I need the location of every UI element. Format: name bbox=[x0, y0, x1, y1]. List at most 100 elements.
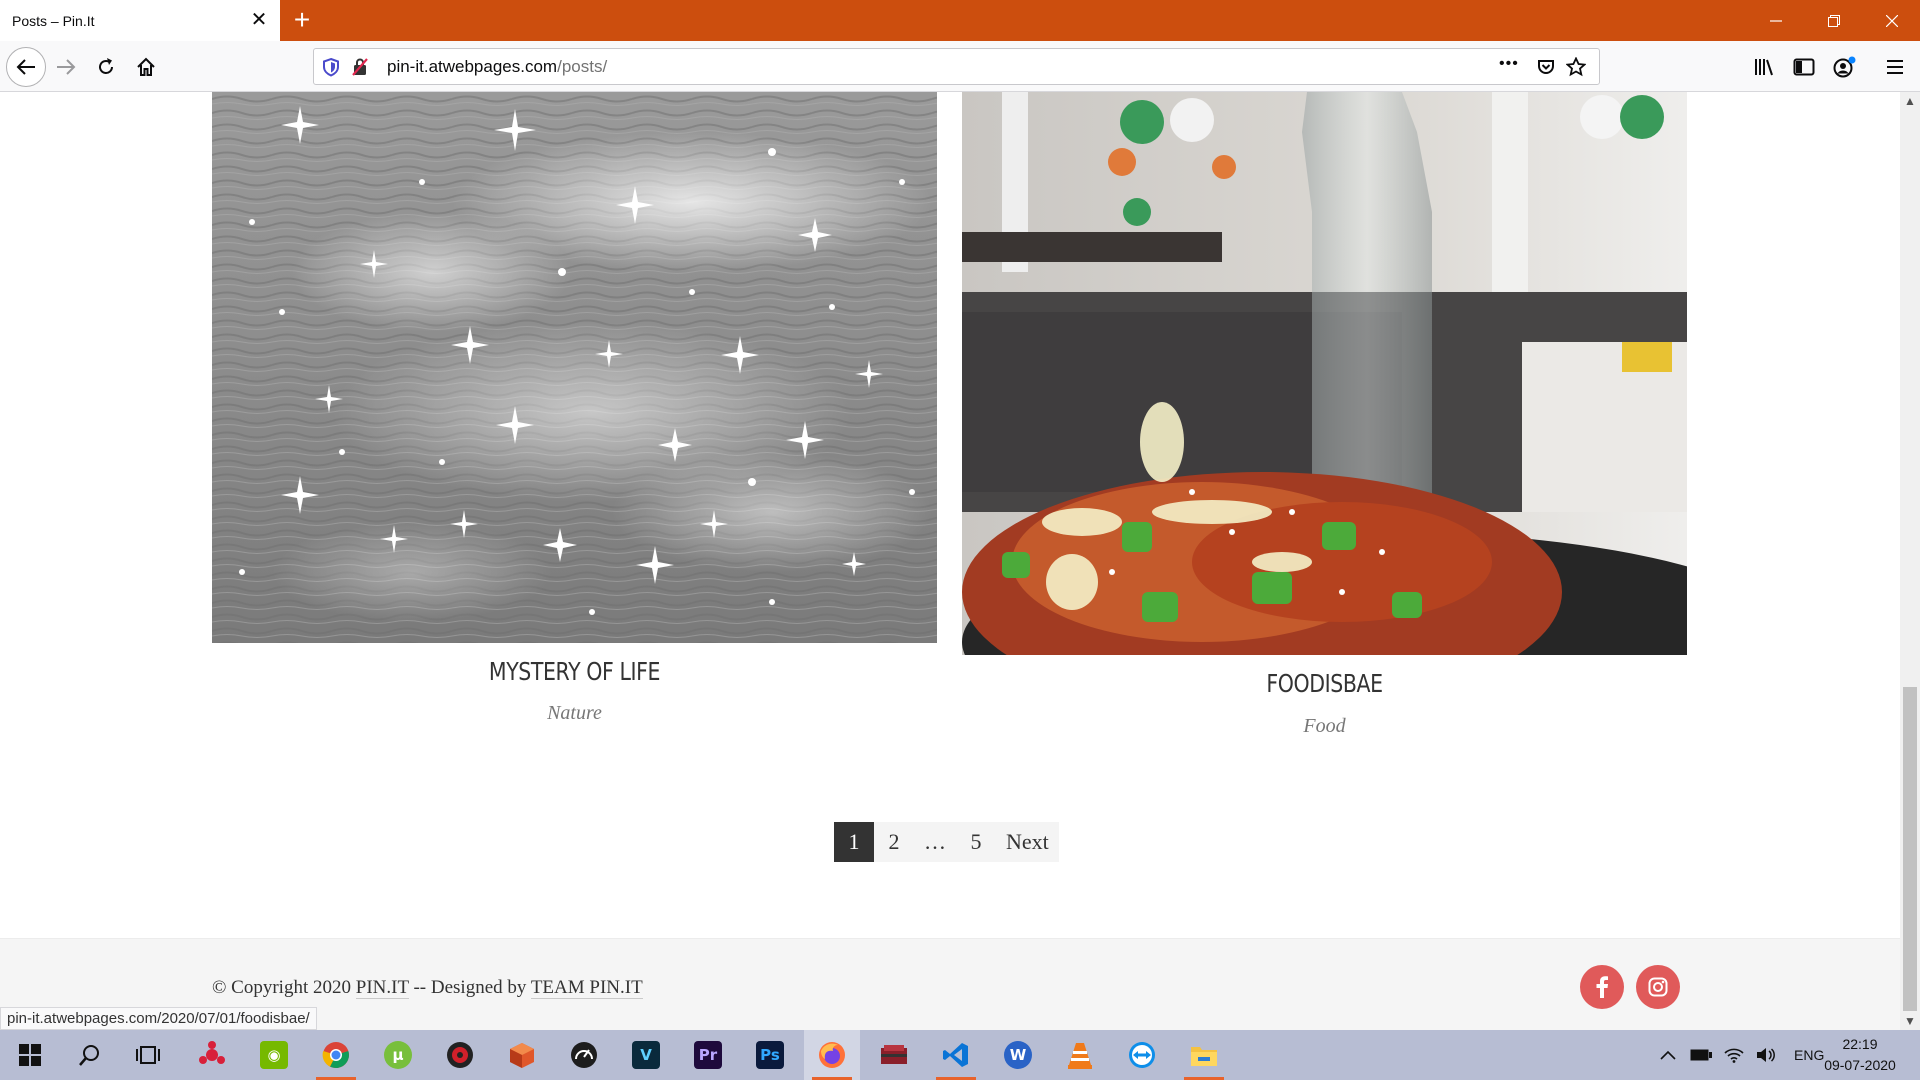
tracking-protection-icon[interactable] bbox=[321, 57, 341, 77]
library-icon bbox=[1755, 59, 1773, 76]
browser-toolbar: pin-it.atwebpages.com/posts/ ••• bbox=[0, 41, 1920, 92]
status-link-preview: pin-it.atwebpages.com/2020/07/01/foodisb… bbox=[0, 1007, 317, 1030]
url-bar[interactable]: pin-it.atwebpages.com/posts/ ••• bbox=[313, 48, 1600, 85]
taskbar-app-firefox[interactable] bbox=[804, 1030, 860, 1080]
vlc-icon bbox=[1068, 1043, 1092, 1069]
home-button[interactable] bbox=[128, 49, 164, 85]
forward-arrow-icon bbox=[57, 59, 76, 75]
archive-app-icon bbox=[881, 1045, 907, 1064]
scroll-up-arrow-icon[interactable]: ▲ bbox=[1900, 92, 1920, 110]
page-link-2[interactable]: 2 bbox=[874, 822, 914, 862]
facebook-button[interactable] bbox=[1580, 965, 1624, 1009]
minimize-button[interactable] bbox=[1748, 0, 1804, 41]
page-content: MYSTERY OF LIFE Nature FOODISBAE Food 1 … bbox=[0, 92, 1900, 1030]
vscode-icon bbox=[943, 1043, 968, 1067]
start-button[interactable] bbox=[2, 1030, 58, 1080]
post-image-foodisbae[interactable] bbox=[962, 92, 1687, 655]
close-window-button[interactable] bbox=[1864, 0, 1920, 41]
library-button[interactable] bbox=[1751, 53, 1779, 81]
taskbar-app-speedometer[interactable] bbox=[556, 1030, 612, 1080]
taskbar-app-word[interactable]: W bbox=[990, 1030, 1046, 1080]
page-ellipsis: … bbox=[924, 829, 946, 854]
instagram-button[interactable] bbox=[1636, 965, 1680, 1009]
taskbar-app-box[interactable] bbox=[494, 1030, 550, 1080]
sidebar-icon bbox=[1793, 58, 1815, 76]
windows-logo-icon bbox=[19, 1044, 41, 1066]
post-image-mystery-of-life[interactable] bbox=[212, 92, 937, 643]
hamburger-menu-icon bbox=[1887, 60, 1903, 74]
taskbar-app-resolve[interactable] bbox=[432, 1030, 488, 1080]
chevron-up-icon[interactable] bbox=[1660, 1050, 1676, 1060]
task-view-button[interactable] bbox=[120, 1030, 176, 1080]
windows-taskbar: ◉ µ V Pr Ps W ENG 22:19 09-07-2020 bbox=[0, 1030, 1920, 1080]
taskbar-search-button[interactable] bbox=[62, 1030, 118, 1080]
system-clock[interactable]: 22:19 09-07-2020 bbox=[1810, 1034, 1910, 1076]
scrollbar-thumb[interactable] bbox=[1903, 687, 1917, 1011]
taskbar-app-vegas[interactable]: V bbox=[618, 1030, 674, 1080]
taskbar-app-teamviewer[interactable] bbox=[1114, 1030, 1170, 1080]
resolve-icon bbox=[447, 1042, 473, 1068]
facebook-icon bbox=[1596, 976, 1608, 998]
post-category[interactable]: Nature bbox=[212, 702, 937, 725]
insecure-lock-icon[interactable] bbox=[350, 57, 370, 77]
cube-app-icon bbox=[510, 1043, 534, 1068]
taskbar-app-photoshop[interactable]: Ps bbox=[742, 1030, 798, 1080]
firefox-icon bbox=[819, 1042, 845, 1068]
taskbar-app-chrome[interactable] bbox=[308, 1030, 364, 1080]
taskbar-app-premiere[interactable]: Pr bbox=[680, 1030, 736, 1080]
team-link[interactable]: TEAM PIN.IT bbox=[530, 977, 643, 999]
scroll-down-arrow-icon[interactable]: ▼ bbox=[1900, 1012, 1920, 1030]
taskbar-app-vlc[interactable] bbox=[1052, 1030, 1108, 1080]
premiere-pro-icon: Pr bbox=[694, 1041, 722, 1069]
taskbar-app-file-explorer[interactable] bbox=[1176, 1030, 1232, 1080]
reload-button[interactable] bbox=[88, 49, 124, 85]
minimize-icon bbox=[1770, 19, 1782, 22]
restore-button[interactable] bbox=[1806, 0, 1862, 41]
tab-close-icon[interactable]: ✕ bbox=[248, 9, 270, 31]
post-title[interactable]: FOODISBAE bbox=[1027, 669, 1622, 698]
copyright-text: © Copyright 2020 PIN.IT -- Designed by T… bbox=[212, 977, 643, 999]
instagram-icon bbox=[1648, 977, 1668, 997]
url-path: /posts/ bbox=[557, 57, 608, 76]
vegas-icon: V bbox=[632, 1041, 660, 1069]
account-icon bbox=[1833, 56, 1856, 78]
browser-tab[interactable]: Posts – Pin.It ✕ bbox=[0, 0, 280, 41]
photoshop-icon: Ps bbox=[756, 1041, 784, 1069]
designed-by-text: -- Designed by bbox=[413, 977, 527, 998]
taskbar-app-davinci[interactable] bbox=[184, 1030, 240, 1080]
brand-link[interactable]: PIN.IT bbox=[355, 977, 409, 999]
bookmark-star-icon[interactable] bbox=[1566, 57, 1586, 77]
wifi-icon[interactable] bbox=[1724, 1047, 1744, 1063]
forward-button[interactable] bbox=[48, 49, 84, 85]
volume-icon[interactable] bbox=[1756, 1047, 1776, 1063]
post-title[interactable]: MYSTERY OF LIFE bbox=[277, 657, 872, 686]
home-icon bbox=[137, 57, 155, 76]
battery-icon[interactable] bbox=[1690, 1049, 1712, 1061]
pocket-icon[interactable] bbox=[1536, 57, 1556, 77]
sidebar-button[interactable] bbox=[1790, 53, 1818, 81]
taskbar-app-rar[interactable] bbox=[866, 1030, 922, 1080]
copyright-prefix: © Copyright 2020 bbox=[212, 977, 351, 998]
utorrent-icon: µ bbox=[384, 1041, 412, 1069]
next-page-link[interactable]: Next bbox=[996, 822, 1059, 862]
davinci-app-icon bbox=[199, 1041, 225, 1064]
page-actions-icon[interactable]: ••• bbox=[1499, 55, 1519, 73]
menu-button[interactable] bbox=[1881, 53, 1909, 81]
teamviewer-icon bbox=[1129, 1042, 1155, 1068]
clock-date: 09-07-2020 bbox=[1824, 1057, 1896, 1073]
page-scrollbar[interactable]: ▲ ▼ bbox=[1900, 92, 1920, 1030]
back-button[interactable] bbox=[6, 47, 46, 87]
taskbar-app-vscode[interactable] bbox=[928, 1030, 984, 1080]
taskbar-app-nvidia[interactable]: ◉ bbox=[246, 1030, 302, 1080]
close-icon bbox=[1886, 14, 1898, 27]
post-category[interactable]: Food bbox=[962, 715, 1687, 738]
taskbar-app-utorrent[interactable]: µ bbox=[370, 1030, 426, 1080]
restore-icon bbox=[1828, 14, 1840, 27]
page-link-1[interactable]: 1 bbox=[834, 822, 874, 862]
url-text: pin-it.atwebpages.com/posts/ bbox=[387, 49, 607, 84]
reload-icon bbox=[99, 58, 113, 74]
new-tab-button[interactable]: + bbox=[286, 5, 318, 37]
sparkling-water-image bbox=[212, 92, 937, 643]
account-button[interactable] bbox=[1830, 53, 1858, 81]
page-link-5[interactable]: 5 bbox=[956, 822, 996, 862]
